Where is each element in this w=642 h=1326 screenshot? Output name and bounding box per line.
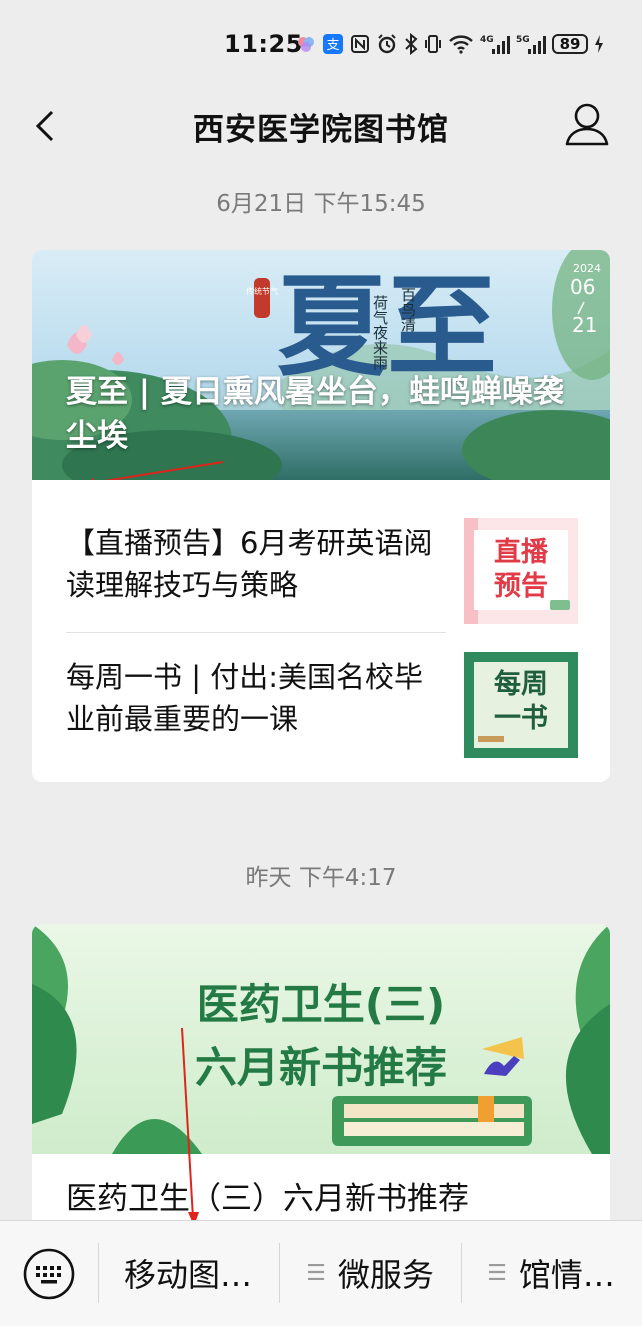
menu-label: 移动图… [123,1256,252,1294]
wifi-icon [448,34,474,54]
hero-seal-text: 传统节气 [246,286,278,296]
hero-article[interactable]: 传统节气 夏至 荷气夜来雨 百鸟清 2024 06 21 夏至 | 夏日熏风暑坐… [32,250,610,480]
hero-date-year: 2024 [573,262,601,275]
list-item-title[interactable]: 医药卫生（三）六月新书推荐 [66,1178,596,1220]
keyboard-toggle-button[interactable] [22,1247,76,1301]
hero-date-day: 21 [572,313,597,337]
list-item-title: 每周一书 | 付出:美国名校毕业前最重要的一课 [66,660,423,736]
menu-library-info[interactable]: ☰ 馆情… [463,1239,639,1307]
bottom-menu-bar: 移动图… ☰ 微服务 ☰ 馆情… [0,1220,642,1326]
list-item-thumbnail: 直播预告 [464,518,578,624]
menu-mobile-library[interactable]: 移动图… [100,1239,276,1307]
vibrate-icon [424,33,442,55]
menu-lines-icon: ☰ [306,1260,326,1286]
menu-separator [279,1243,280,1303]
battery-indicator: 89 [552,34,588,54]
charging-icon [594,34,604,54]
article-card: 传统节气 夏至 荷气夜来雨 百鸟清 2024 06 21 夏至 | 夏日熏风暑坐… [32,250,610,782]
page-title: 西安医学院图书馆 [193,112,449,148]
hero-article-title: 夏至 | 夏日熏风暑坐台，蛙鸣蝉噪袭尘埃 [66,374,564,454]
menu-separator [461,1243,462,1303]
message-timestamp: 昨天 下午4:17 [245,865,397,891]
list-divider [66,632,446,633]
hero-date-month: 06 [570,275,595,299]
user-icon [565,103,609,146]
profile-button[interactable] [560,98,614,152]
status-bar: 11:25 支 4G 5G 89 [0,0,642,90]
thumb-book-text: 每周一书 [494,669,548,734]
list-item-thumbnail: 每周一书 [464,652,578,758]
nav-bar: 西安医学院图书馆 [0,90,642,162]
hero-image: 医药卫生(三) 六月新书推荐 [32,924,610,1154]
status-icons: 支 4G 5G 89 [296,32,604,56]
list-item[interactable]: 【直播预告】6月考研英语阅读理解技巧与策略 直播预告 [32,500,610,630]
hero-article[interactable]: 医药卫生(三) 六月新书推荐 [32,924,610,1154]
article-card: 医药卫生(三) 六月新书推荐 医药卫生（三）六月新书推荐 [32,924,610,1234]
annotation-arrow-icon [181,1027,199,1226]
nfc-icon [350,34,370,54]
bluetooth-icon [404,33,418,55]
keyboard-icon [23,1248,75,1300]
signal-5g-icon: 5G [516,33,546,55]
hero2-art-line2: 六月新书推荐 [195,1043,447,1092]
menu-separator [98,1243,99,1303]
status-time: 11:25 [224,30,303,58]
menu-label: 微服务 [337,1256,434,1294]
annotation-arrow-icon [90,461,224,480]
list-item[interactable]: 每周一书 | 付出:美国名校毕业前最重要的一课 每周一书 [32,634,610,764]
net2-label: 5G [516,35,530,45]
hero-poem-1: 荷气夜来雨 [371,295,389,371]
alipay-icon: 支 [322,33,344,55]
menu-micro-service[interactable]: ☰ 微服务 [281,1239,459,1307]
svg-text:支: 支 [326,38,339,53]
menu-lines-icon: ☰ [487,1260,507,1286]
net1-label: 4G [480,35,494,45]
thumb-live-text: 直播预告 [494,537,548,602]
list-item-title: 【直播预告】6月考研英语阅读理解技巧与策略 [66,526,433,602]
app-notification-icon [296,34,316,54]
hero-poem-2: 百鸟清 [399,287,417,333]
message-timestamp: 6月21日 下午15:45 [216,191,426,217]
alarm-icon [376,33,398,55]
menu-label: 馆情… [518,1256,615,1294]
signal-4g-icon: 4G [480,33,510,55]
hero2-art-line1: 医药卫生(三) [197,980,445,1029]
